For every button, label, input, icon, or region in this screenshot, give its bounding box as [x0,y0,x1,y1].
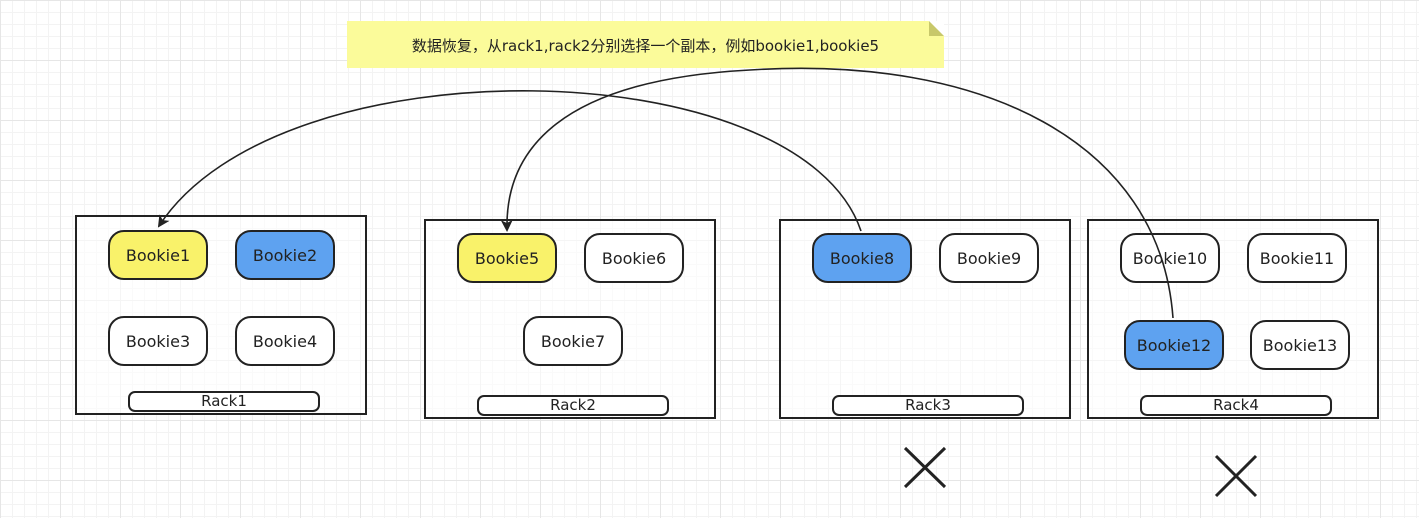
bookie-8-label: Bookie8 [829,248,895,268]
rack-4-label: Rack4 [1140,395,1332,416]
bookie-10: Bookie10 [1120,233,1220,283]
bookie-7: Bookie7 [523,316,623,366]
bookie-1-label: Bookie1 [125,245,191,265]
rack-1-label-text: Rack1 [201,392,247,410]
bookie-12: Bookie12 [1124,320,1224,370]
rack-4-failed-cross-icon [1214,454,1258,498]
edge-bookie8-to-bookie1 [157,90,862,232]
rack-2-label-text: Rack2 [550,396,596,414]
bookie-7-label: Bookie7 [540,331,606,351]
bookie-9-label: Bookie9 [956,248,1022,268]
bookie-8: Bookie8 [812,233,912,283]
rack-4: Bookie10 Bookie11 Bookie12 Bookie13 Rack… [1087,219,1379,419]
bookie-5-label: Bookie5 [474,248,540,268]
sticky-note: 数据恢复，从rack1,rack2分别选择一个副本，例如bookie1,book… [347,21,944,68]
bookie-6-label: Bookie6 [601,248,667,268]
bookie-1: Bookie1 [108,230,208,280]
bookie-6: Bookie6 [584,233,684,283]
bookie-11: Bookie11 [1247,233,1347,283]
bookie-2-label: Bookie2 [252,245,318,265]
bookie-13-label: Bookie13 [1262,335,1338,355]
bookie-3: Bookie3 [108,316,208,366]
note-text: 数据恢复，从rack1,rack2分别选择一个副本，例如bookie1,book… [411,37,880,55]
rack-4-label-text: Rack4 [1213,396,1259,414]
rack-2-label: Rack2 [477,395,669,416]
rack-2: Bookie5 Bookie6 Bookie7 Rack2 [424,219,716,419]
bookie-3-label: Bookie3 [125,331,191,351]
bookie-11-label: Bookie11 [1259,248,1335,268]
rack-1: Bookie1 Bookie2 Bookie3 Bookie4 Rack1 [75,215,367,415]
bookie-2: Bookie2 [235,230,335,280]
rack-3-label: Rack3 [832,395,1024,416]
bookie-9: Bookie9 [939,233,1039,283]
rack-3-label-text: Rack3 [905,396,951,414]
rack-3: Bookie8 Bookie9 Rack3 [779,219,1071,419]
bookie-13: Bookie13 [1250,320,1350,370]
rack-1-label: Rack1 [128,391,320,412]
rack-3-failed-cross-icon [903,446,947,489]
note-fold-corner [929,21,944,36]
bookie-5: Bookie5 [457,233,557,283]
bookie-4-label: Bookie4 [252,331,318,351]
bookie-12-label: Bookie12 [1136,335,1212,355]
bookie-10-label: Bookie10 [1132,248,1208,268]
bookie-4: Bookie4 [235,316,335,366]
